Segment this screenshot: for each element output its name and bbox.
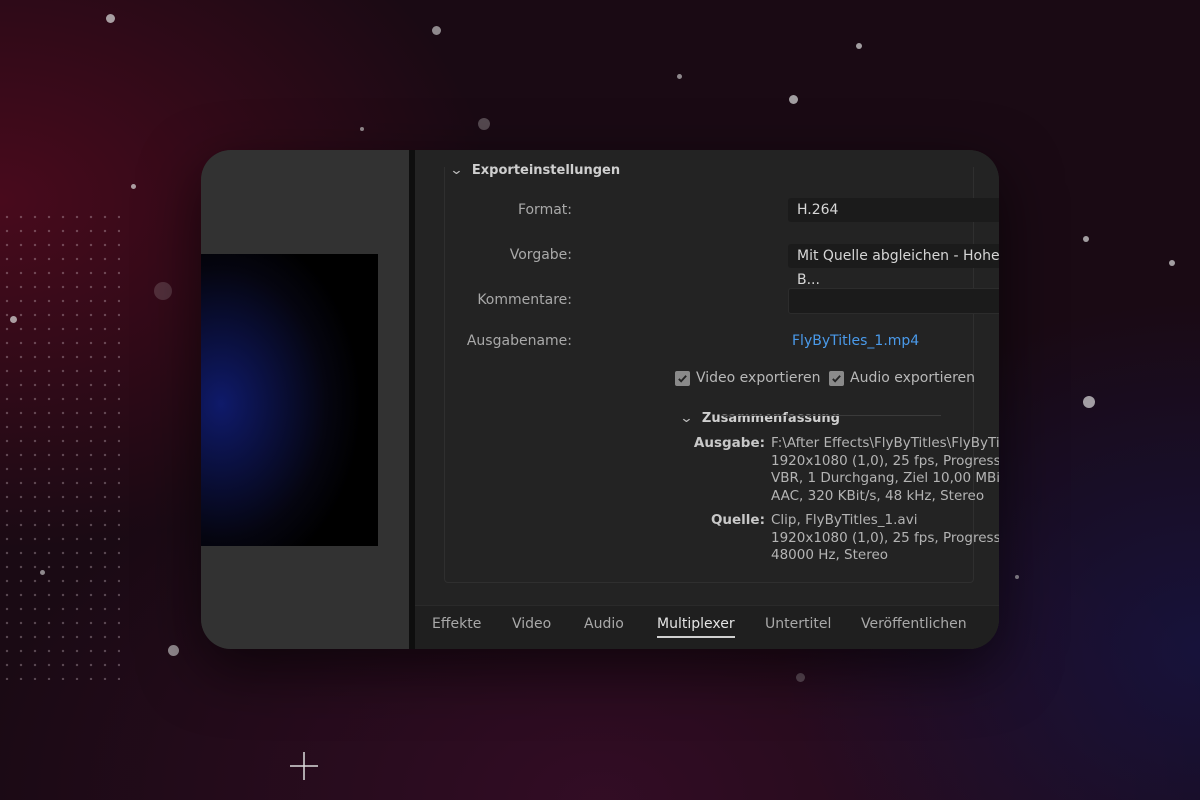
format-select[interactable]: H.264⌄ bbox=[788, 198, 999, 222]
checkmark-icon bbox=[829, 370, 844, 386]
summary-source-line: 48000 Hz, Stereo bbox=[771, 547, 889, 563]
summary-source-line: Clip, FlyByTitles_1.avi bbox=[771, 512, 918, 528]
tab-video[interactable]: Video bbox=[512, 616, 551, 632]
preset-select[interactable]: Mit Quelle abgleichen - Hohe B...⌄ bbox=[788, 244, 999, 288]
summary-source-lines: Clip, FlyByTitles_1.avi 1920x1080 (1,0),… bbox=[771, 512, 999, 565]
summary-output-line: AAC, 320 KBit/s, 48 kHz, Stereo bbox=[771, 487, 985, 504]
tab-untertitel[interactable]: Untertitel bbox=[765, 616, 831, 632]
summary-output-line: VBR, 1 Durchgang, Ziel 10,00 MBit/s bbox=[771, 470, 999, 486]
summary-header[interactable]: ⌄ Zusammenfassung bbox=[679, 407, 840, 429]
background-dot-grid bbox=[0, 210, 120, 680]
tab-veroeffentlichen[interactable]: Veröffentlichen bbox=[861, 616, 967, 632]
format-value: H.264 bbox=[797, 202, 839, 218]
chevron-down-icon[interactable]: ⌄ bbox=[449, 163, 463, 178]
summary-output-line: F:\After Effects\FlyByTitles\FlyByTitles… bbox=[771, 435, 999, 451]
summary-source-line: 1920x1080 (1,0), 25 fps, Progressiv, 00:… bbox=[771, 529, 999, 546]
format-label: Format: bbox=[517, 202, 572, 218]
export-audio-checkbox[interactable]: Audio exportieren bbox=[829, 370, 975, 386]
summary-output-line: 1920x1080 (1,0), 25 fps, Progressive, Ha… bbox=[771, 452, 999, 469]
crosshair-cursor bbox=[290, 752, 318, 780]
source-preview-panel bbox=[201, 150, 409, 649]
summary-divider bbox=[721, 415, 941, 416]
output-name-link[interactable]: FlyByTitles_1.mp4 bbox=[792, 333, 919, 349]
export-video-label: Video exportieren bbox=[696, 370, 821, 386]
settings-tab-bar: Effekte Video Audio Multiplexer Untertit… bbox=[415, 605, 999, 649]
export-dialog: ⌄ Exporteinstellungen Format: H.264⌄ Vor… bbox=[201, 150, 999, 649]
tab-multiplexer[interactable]: Multiplexer bbox=[657, 616, 735, 638]
comments-label: Kommentare: bbox=[477, 292, 572, 308]
export-settings-panel: ⌄ Exporteinstellungen Format: H.264⌄ Vor… bbox=[415, 150, 999, 649]
summary-title: Zusammenfassung bbox=[701, 410, 840, 426]
export-settings-title: Exporteinstellungen bbox=[471, 162, 621, 178]
comments-input[interactable] bbox=[788, 288, 999, 314]
chevron-down-icon[interactable]: ⌄ bbox=[679, 411, 693, 426]
tab-audio[interactable]: Audio bbox=[584, 616, 624, 632]
video-preview bbox=[201, 254, 378, 546]
export-audio-label: Audio exportieren bbox=[850, 370, 976, 386]
checkmark-icon bbox=[675, 370, 690, 386]
summary-output-label: Ausgabe: bbox=[693, 435, 765, 451]
summary-source-label: Quelle: bbox=[710, 512, 765, 528]
summary-output-lines: F:\After Effects\FlyByTitles\FlyByTitles… bbox=[771, 435, 999, 505]
output-name-label: Ausgabename: bbox=[466, 333, 572, 349]
tab-effekte[interactable]: Effekte bbox=[432, 616, 481, 632]
preset-label: Vorgabe: bbox=[509, 247, 572, 263]
export-video-checkbox[interactable]: Video exportieren bbox=[675, 370, 820, 386]
export-settings-header[interactable]: ⌄ Exporteinstellungen bbox=[449, 159, 621, 181]
